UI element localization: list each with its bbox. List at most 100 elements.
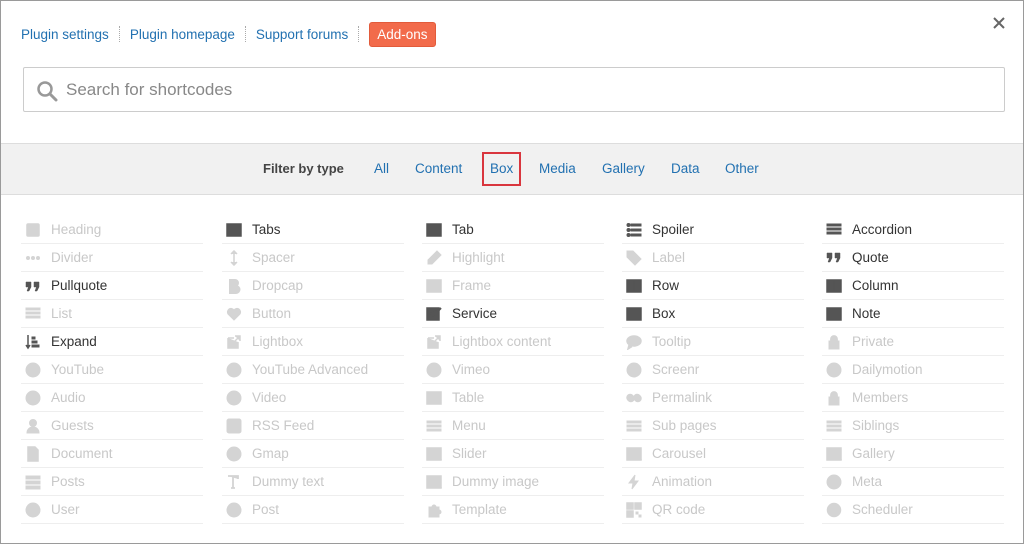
shortcode-item-label: Animation	[652, 474, 713, 489]
shortcode-item-label: Private	[852, 334, 895, 349]
addons-button[interactable]: Add-ons	[369, 21, 436, 47]
shortcode-item[interactable]: Sub pages	[622, 412, 804, 440]
shortcode-item[interactable]: Gallery	[822, 440, 1004, 468]
shortcode-item-label: Tabs	[252, 222, 281, 237]
search-input[interactable]	[24, 68, 1004, 111]
shortcode-item[interactable]: YouTube	[21, 356, 203, 384]
shortcode-item[interactable]: Column	[822, 272, 1004, 300]
shortcode-item-label: Meta	[852, 474, 883, 489]
shortcode-item[interactable]: Heading	[21, 216, 203, 244]
shortcode-item[interactable]: Button	[222, 300, 404, 328]
shortcode-item-label: Heading	[51, 222, 102, 237]
shortcode-item[interactable]: Animation	[622, 468, 804, 496]
filter-other[interactable]: Other	[725, 161, 759, 176]
sort-icon	[25, 334, 41, 350]
shortcode-item[interactable]: Pullquote	[21, 272, 203, 300]
document-icon	[25, 445, 41, 462]
shortcode-item[interactable]: Members	[822, 384, 1004, 412]
shortcode-item-label: Document	[51, 446, 113, 461]
close-icon[interactable]	[990, 14, 1008, 32]
plugin-homepage-link[interactable]: Plugin homepage	[130, 27, 235, 42]
quote-right-icon	[826, 250, 842, 266]
support-forums-link[interactable]: Support forums	[256, 27, 348, 42]
shortcode-item-label: QR code	[652, 502, 706, 517]
shortcode-item[interactable]: Audio	[21, 384, 203, 412]
filter-all[interactable]: All	[374, 161, 389, 176]
shortcode-item[interactable]: Tabs	[222, 216, 404, 244]
table-icon	[426, 390, 442, 406]
shortcode-item[interactable]: RSS Feed	[222, 412, 404, 440]
shortcode-item[interactable]: Dailymotion	[822, 356, 1004, 384]
shortcode-item[interactable]: Post	[222, 496, 404, 524]
shortcode-item[interactable]: Gmap	[222, 440, 404, 468]
shortcode-item-label: Guests	[51, 418, 94, 433]
picture-icon	[626, 446, 642, 462]
shortcode-item[interactable]: Menu	[422, 412, 604, 440]
shortcode-item[interactable]: Tooltip	[622, 328, 804, 356]
shortcode-item[interactable]: Lightbox	[222, 328, 404, 356]
shortcode-item[interactable]: YouTube Advanced	[222, 356, 404, 384]
shortcode-item[interactable]: Screenr	[622, 356, 804, 384]
shortcode-item[interactable]: Row	[622, 272, 804, 300]
shortcode-item[interactable]: Spoiler	[622, 216, 804, 244]
shortcode-item[interactable]: Box	[622, 300, 804, 328]
shortcode-item[interactable]: Private	[822, 328, 1004, 356]
columns-icon	[826, 278, 842, 294]
filter-media[interactable]: Media	[539, 161, 576, 176]
filter-data[interactable]: Data	[671, 161, 700, 176]
shortcode-item[interactable]: QR code	[622, 496, 804, 524]
user-icon	[25, 418, 41, 434]
check-square-icon	[426, 306, 442, 322]
shortcode-item[interactable]: Label	[622, 244, 804, 272]
shortcode-item[interactable]: Document	[21, 440, 203, 468]
shortcode-item[interactable]: Service	[422, 300, 604, 328]
shortcode-item[interactable]: Scheduler	[822, 496, 1004, 524]
height-icon	[226, 249, 242, 266]
shortcode-item[interactable]: Tab	[422, 216, 604, 244]
shortcode-item[interactable]: Expand	[21, 328, 203, 356]
shortcode-item-label: Carousel	[652, 446, 707, 461]
shortcode-item[interactable]: Meta	[822, 468, 1004, 496]
filter-gallery[interactable]: Gallery	[602, 161, 645, 176]
filter-content[interactable]: Content	[415, 161, 462, 176]
shortcode-item[interactable]: Dummy text	[222, 468, 404, 496]
shortcode-column: Tabs Spacer Dropcap Button Lightbox YouTube A…	[222, 216, 404, 524]
heading-icon	[25, 222, 41, 238]
shortcode-item-label: Dummy image	[452, 474, 540, 489]
shortcode-item[interactable]: Quote	[822, 244, 1004, 272]
shortcode-item[interactable]: Lightbox content	[422, 328, 604, 356]
plugin-settings-link[interactable]: Plugin settings	[21, 27, 109, 42]
shortcode-item[interactable]: Dropcap	[222, 272, 404, 300]
separator	[358, 26, 360, 42]
shortcode-item[interactable]: Permalink	[622, 384, 804, 412]
shortcode-item-label: Spacer	[252, 250, 295, 265]
shortcode-item[interactable]: Dummy image	[422, 468, 604, 496]
shortcode-item[interactable]: User	[21, 496, 203, 524]
shortcode-item[interactable]: Guests	[21, 412, 203, 440]
shortcode-item[interactable]: Slider	[422, 440, 604, 468]
shortcode-item[interactable]: Siblings	[822, 412, 1004, 440]
filter-box[interactable]: Box	[482, 152, 522, 186]
shortcode-item-label: Quote	[852, 250, 889, 265]
shortcode-item[interactable]: Template	[422, 496, 604, 524]
shortcode-column: Accordion Quote Column Note Private Dailymoti…	[822, 216, 1004, 524]
shortcode-item[interactable]: Divider	[21, 244, 203, 272]
shortcode-item[interactable]: Vimeo	[422, 356, 604, 384]
shortcode-item[interactable]: Note	[822, 300, 1004, 328]
shortcode-item[interactable]: List	[21, 300, 203, 328]
shortcode-item[interactable]: Frame	[422, 272, 604, 300]
shortcode-item[interactable]: Video	[222, 384, 404, 412]
shortcode-item[interactable]: Carousel	[622, 440, 804, 468]
external-link-icon	[426, 334, 442, 350]
bars-icon	[826, 418, 842, 434]
shortcode-item-label: List	[51, 306, 73, 321]
search-icon	[36, 80, 58, 102]
shortcode-item-label: Note	[852, 306, 881, 321]
shortcode-item-label: Accordion	[852, 222, 913, 237]
shortcode-item[interactable]: Posts	[21, 468, 203, 496]
shortcode-item[interactable]: Spacer	[222, 244, 404, 272]
list-ul-icon	[626, 222, 642, 238]
shortcode-item[interactable]: Highlight	[422, 244, 604, 272]
shortcode-item[interactable]: Table	[422, 384, 604, 412]
shortcode-item[interactable]: Accordion	[822, 216, 1004, 244]
